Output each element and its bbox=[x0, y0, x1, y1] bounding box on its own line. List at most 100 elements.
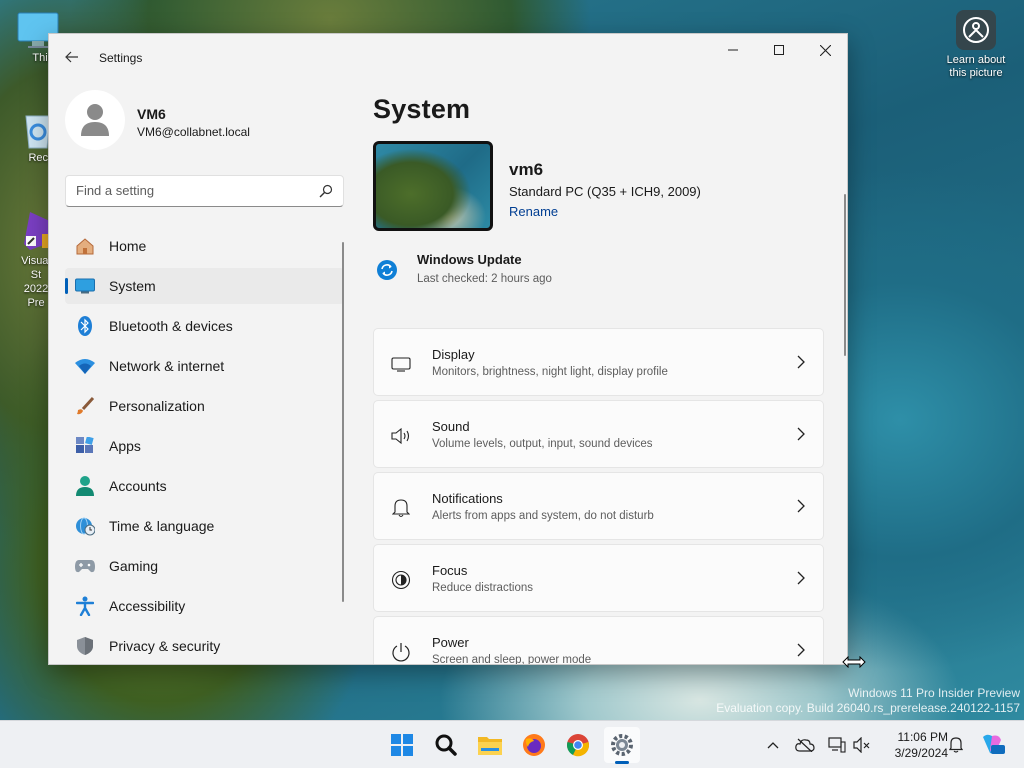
maximize-button[interactable] bbox=[756, 34, 802, 66]
taskbar-search-button[interactable] bbox=[428, 727, 464, 763]
focus-icon bbox=[390, 569, 412, 591]
system-icon bbox=[75, 276, 95, 296]
sidebar-item-accounts[interactable]: Accounts bbox=[65, 468, 344, 504]
sound-card[interactable]: Sound Volume levels, output, input, soun… bbox=[373, 400, 824, 468]
brush-icon bbox=[75, 396, 95, 416]
focus-card[interactable]: Focus Reduce distractions bbox=[373, 544, 824, 612]
file-explorer-icon bbox=[478, 737, 502, 755]
card-subtitle: Alerts from apps and system, do not dist… bbox=[432, 510, 654, 522]
desktop-icon-label: Visual St 2022 Pre bbox=[21, 255, 51, 309]
device-name: vm6 bbox=[509, 160, 544, 179]
settings-taskbar-button[interactable] bbox=[604, 727, 640, 764]
settings-card-list: Display Monitors, brightness, night ligh… bbox=[373, 328, 824, 665]
home-icon bbox=[75, 236, 95, 256]
card-subtitle: Monitors, brightness, night light, displ… bbox=[432, 366, 668, 378]
card-subtitle: Volume levels, output, input, sound devi… bbox=[432, 438, 653, 450]
chrome-button[interactable] bbox=[560, 727, 596, 763]
chevron-right-icon bbox=[797, 571, 805, 585]
copilot-icon bbox=[983, 734, 1005, 754]
sidebar-item-home[interactable]: Home bbox=[65, 228, 344, 264]
display-card[interactable]: Display Monitors, brightness, night ligh… bbox=[373, 328, 824, 396]
card-title: Focus bbox=[432, 563, 468, 578]
onedrive-tray-button[interactable] bbox=[793, 733, 817, 757]
firefox-button[interactable] bbox=[516, 727, 552, 763]
close-icon bbox=[819, 44, 831, 56]
chevron-right-icon bbox=[797, 427, 805, 441]
sidebar-item-label: Personalization bbox=[109, 398, 205, 414]
sidebar-nav: Home System Bluetooth & devices Network … bbox=[65, 228, 344, 664]
sidebar-item-label: Home bbox=[109, 238, 147, 254]
chevron-right-icon bbox=[797, 499, 805, 513]
sidebar-item-accessibility[interactable]: Accessibility bbox=[65, 588, 344, 624]
sidebar-item-apps[interactable]: Apps bbox=[65, 428, 344, 464]
show-hidden-icons-button[interactable] bbox=[761, 733, 785, 757]
sidebar-item-system[interactable]: System bbox=[65, 268, 344, 304]
firefox-icon bbox=[523, 734, 545, 756]
search-box[interactable] bbox=[65, 175, 344, 207]
card-title: Display bbox=[432, 347, 475, 362]
search-input[interactable] bbox=[76, 183, 306, 198]
rename-link[interactable]: Rename bbox=[509, 204, 558, 219]
minimize-button[interactable] bbox=[710, 34, 756, 66]
search-icon bbox=[435, 734, 457, 756]
globe-clock-icon bbox=[75, 516, 95, 536]
power-card[interactable]: Power Screen and sleep, power mode bbox=[373, 616, 824, 665]
sidebar-item-label: System bbox=[109, 278, 156, 294]
settings-icon bbox=[611, 734, 633, 756]
back-button[interactable] bbox=[61, 46, 83, 68]
minimize-icon bbox=[728, 49, 738, 51]
app-title: Settings bbox=[99, 51, 143, 65]
content-scrollbar[interactable] bbox=[844, 194, 846, 356]
avatar bbox=[65, 90, 125, 150]
watermark-line: Evaluation copy. Build 26040.rs_prerelea… bbox=[716, 701, 1020, 715]
sidebar-item-label: Apps bbox=[109, 438, 141, 454]
sidebar-item-label: Accounts bbox=[109, 478, 167, 494]
maximize-icon bbox=[774, 45, 784, 55]
learn-about-picture-button[interactable]: Learn about this picture bbox=[938, 10, 1014, 80]
copilot-button[interactable] bbox=[978, 733, 1006, 757]
card-title: Notifications bbox=[432, 491, 503, 506]
arrow-left-icon bbox=[65, 51, 78, 63]
sidebar-item-network[interactable]: Network & internet bbox=[65, 348, 344, 384]
notifications-card[interactable]: Notifications Alerts from apps and syste… bbox=[373, 472, 824, 540]
sidebar-scrollbar[interactable] bbox=[342, 242, 344, 602]
settings-window: Settings VM6 VM6@collabnet.local Home Sy… bbox=[48, 33, 848, 665]
main-content: System vm6 Standard PC (Q35 + ICH9, 2009… bbox=[373, 82, 847, 665]
gamepad-icon bbox=[75, 556, 95, 576]
user-email: VM6@collabnet.local bbox=[137, 125, 250, 139]
sidebar-item-time-language[interactable]: Time & language bbox=[65, 508, 344, 544]
sidebar-item-privacy-security[interactable]: Privacy & security bbox=[65, 628, 344, 664]
taskbar: 11:06 PM 3/29/2024 bbox=[0, 720, 1024, 768]
sidebar-item-personalization[interactable]: Personalization bbox=[65, 388, 344, 424]
speaker-icon bbox=[390, 425, 412, 447]
clock-date: 3/29/2024 bbox=[894, 746, 948, 760]
user-name: VM6 bbox=[137, 106, 166, 122]
bell-icon bbox=[949, 737, 963, 753]
update-subtitle: Last checked: 2 hours ago bbox=[417, 273, 552, 285]
start-button[interactable] bbox=[384, 727, 420, 763]
accessibility-icon bbox=[75, 596, 95, 616]
resize-cursor-icon bbox=[842, 656, 866, 668]
volume-tray-button[interactable] bbox=[850, 733, 874, 757]
network-tray-button[interactable] bbox=[825, 733, 849, 757]
device-wallpaper-thumbnail bbox=[373, 141, 493, 231]
watermark-line: Windows 11 Pro Insider Preview bbox=[848, 686, 1020, 700]
notifications-tray-button[interactable] bbox=[944, 733, 968, 757]
sidebar-item-bluetooth[interactable]: Bluetooth & devices bbox=[65, 308, 344, 344]
card-subtitle: Screen and sleep, power mode bbox=[432, 654, 592, 665]
card-subtitle: Reduce distractions bbox=[432, 582, 533, 594]
account-icon bbox=[75, 476, 95, 496]
clock-time: 11:06 PM bbox=[897, 730, 948, 744]
sidebar-item-gaming[interactable]: Gaming bbox=[65, 548, 344, 584]
file-explorer-button[interactable] bbox=[472, 727, 508, 763]
power-icon bbox=[390, 641, 412, 663]
clock[interactable]: 11:06 PM 3/29/2024 bbox=[880, 729, 948, 761]
camera-info-icon bbox=[956, 10, 996, 50]
title-bar[interactable]: Settings bbox=[49, 34, 847, 82]
sidebar-item-label: Gaming bbox=[109, 558, 159, 574]
sidebar-item-label: Network & internet bbox=[109, 358, 225, 374]
close-button[interactable] bbox=[802, 34, 847, 66]
page-title: System bbox=[373, 94, 471, 124]
network-icon bbox=[828, 737, 846, 753]
wifi-icon bbox=[75, 356, 95, 376]
